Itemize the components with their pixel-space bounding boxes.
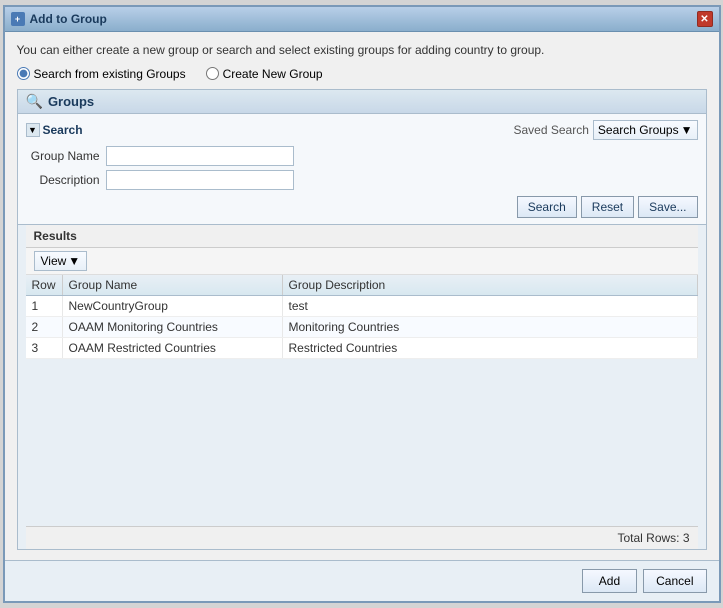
dialog-container: + Add to Group ✕ You can either create a… [3,5,721,603]
view-button[interactable]: View ▼ [34,251,88,271]
view-bar: View ▼ [26,248,698,275]
save-button[interactable]: Save... [638,196,697,218]
add-button[interactable]: Add [582,569,637,593]
radio-existing-label: Search from existing Groups [34,67,186,81]
toggle-icon: ▼ [26,123,40,137]
col-header-group-name: Group Name [62,275,282,296]
dialog-icon: + [11,12,25,26]
cancel-button[interactable]: Cancel [643,569,706,593]
radio-new-group[interactable]: Create New Group [206,67,323,81]
col-header-row: Row [26,275,63,296]
reset-button[interactable]: Reset [581,196,634,218]
dialog-title: Add to Group [30,12,107,26]
description-label: Description [26,173,106,187]
group-name-row: Group Name [26,146,698,166]
results-tbody: 1NewCountryGrouptest2OAAM Monitoring Cou… [26,295,698,358]
cell-row-num: 3 [26,337,63,358]
cell-group-desc: test [282,295,697,316]
cell-group-name: OAAM Restricted Countries [62,337,282,358]
results-label: Results [26,225,698,248]
col-header-group-desc: Group Description [282,275,697,296]
cell-row-num: 1 [26,295,63,316]
groups-header: 🔍 Groups [18,90,706,114]
table-header-row: Row Group Name Group Description [26,275,698,296]
groups-title: Groups [48,94,94,109]
intro-text: You can either create a new group or sea… [17,42,707,59]
view-dropdown-icon: ▼ [68,254,80,268]
radio-existing-groups[interactable]: Search from existing Groups [17,67,186,81]
groups-icon: 🔍 [26,93,43,110]
radio-new-input[interactable] [206,67,219,80]
view-label: View [41,254,67,268]
results-area: Results View ▼ Row Group Name Group De [18,225,706,549]
search-groups-dropdown[interactable]: Search Groups ▼ [593,120,698,140]
close-button[interactable]: ✕ [697,11,713,27]
title-bar: + Add to Group ✕ [5,7,719,32]
search-button[interactable]: Search [517,196,577,218]
radio-existing-input[interactable] [17,67,30,80]
search-header-row: ▼ Search Saved Search Search Groups ▼ [26,120,698,140]
radio-row: Search from existing Groups Create New G… [17,67,707,81]
dialog-body: You can either create a new group or sea… [5,32,719,560]
cell-group-desc: Monitoring Countries [282,316,697,337]
cell-group-name: NewCountryGroup [62,295,282,316]
table-row[interactable]: 1NewCountryGrouptest [26,295,698,316]
results-table-wrapper: Row Group Name Group Description 1NewCou… [26,275,698,526]
title-bar-left: + Add to Group [11,12,107,26]
radio-new-label: Create New Group [223,67,323,81]
groups-section: 🔍 Groups ▼ Search Saved Search Search Gr… [17,89,707,550]
dropdown-arrow-icon: ▼ [681,123,693,137]
search-section: ▼ Search Saved Search Search Groups ▼ Gr… [18,114,706,225]
description-input[interactable] [106,170,294,190]
group-name-input[interactable] [106,146,294,166]
table-row[interactable]: 2OAAM Monitoring CountriesMonitoring Cou… [26,316,698,337]
table-row[interactable]: 3OAAM Restricted CountriesRestricted Cou… [26,337,698,358]
saved-search-row: Saved Search Search Groups ▼ [514,120,698,140]
cell-row-num: 2 [26,316,63,337]
results-table: Row Group Name Group Description 1NewCou… [26,275,698,359]
search-toggle-label: Search [43,123,83,137]
cell-group-name: OAAM Monitoring Countries [62,316,282,337]
search-toggle[interactable]: ▼ Search [26,123,83,137]
total-rows-label: Total Rows: 3 [617,531,689,545]
group-name-label: Group Name [26,149,106,163]
status-bar: Total Rows: 3 [26,526,698,549]
search-buttons-row: Search Reset Save... [26,196,698,218]
saved-search-label: Saved Search [514,123,589,137]
bottom-buttons: Add Cancel [5,560,719,601]
cell-group-desc: Restricted Countries [282,337,697,358]
description-row: Description [26,170,698,190]
search-groups-text: Search Groups [598,123,679,137]
